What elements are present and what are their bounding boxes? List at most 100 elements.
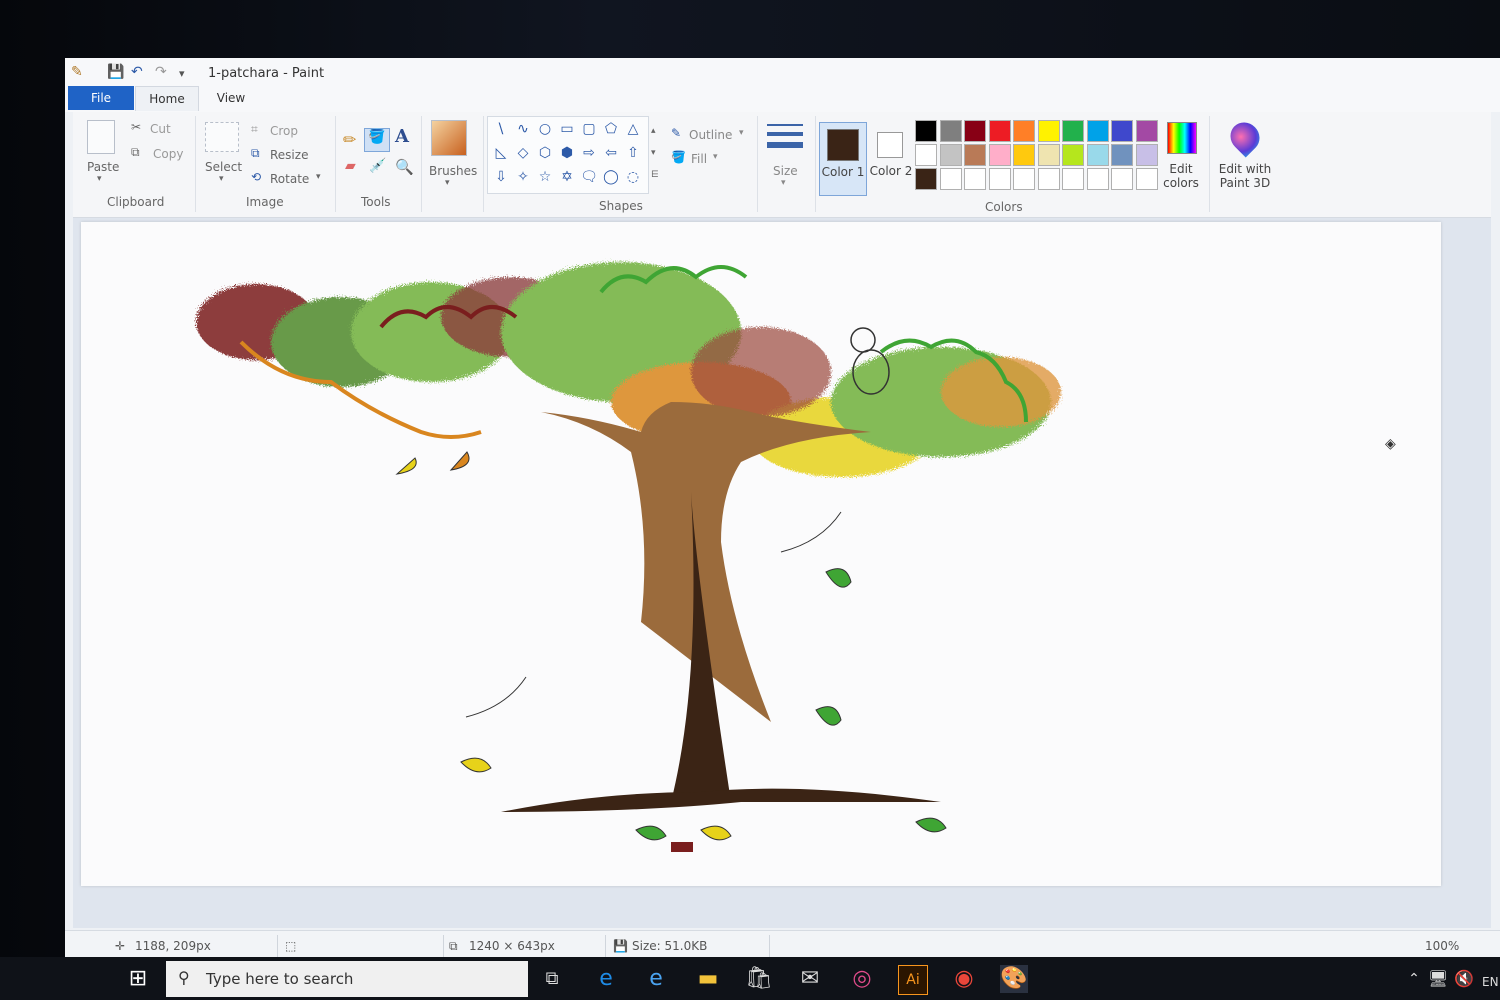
scroll-down-icon[interactable]: ▾: [651, 148, 656, 158]
chrome-icon[interactable]: ◉: [950, 965, 978, 993]
shape-option[interactable]: 🗨: [578, 169, 600, 185]
shape-option[interactable]: ⇨: [578, 145, 600, 161]
palette-swatch[interactable]: [1086, 144, 1109, 166]
palette-swatch[interactable]: [964, 120, 986, 142]
palette-swatch[interactable]: [1111, 144, 1133, 166]
task-view-icon[interactable]: ⧉: [538, 965, 566, 993]
shape-option[interactable]: \: [490, 121, 512, 137]
volume-muted-icon[interactable]: 🔇: [1450, 965, 1478, 993]
shape-option[interactable]: ○: [534, 121, 556, 137]
windows-start-icon[interactable]: ⊞: [124, 965, 152, 993]
edit-colors-button[interactable]: Edit colors: [1159, 118, 1203, 194]
color2-swatch: [877, 132, 903, 158]
shape-option[interactable]: ▢: [578, 121, 600, 137]
shape-option[interactable]: ◯: [600, 169, 622, 185]
palette-swatch[interactable]: [988, 168, 1011, 190]
palette-swatch[interactable]: [988, 120, 1011, 142]
palette-swatch[interactable]: [1013, 120, 1035, 142]
copy-button[interactable]: Copy: [153, 147, 183, 161]
palette-swatch[interactable]: [1037, 144, 1060, 166]
size-line-medium: [767, 132, 803, 136]
color1-button[interactable]: Color 1: [819, 122, 867, 196]
outline-icon: ✎: [671, 126, 682, 140]
shape-option[interactable]: ▭: [556, 121, 578, 137]
pencil-icon[interactable]: ✏: [343, 130, 356, 149]
palette-swatch[interactable]: [1037, 120, 1060, 142]
tab-view[interactable]: View: [205, 86, 257, 110]
shape-option[interactable]: ⇧: [622, 145, 644, 161]
illustrator-icon[interactable]: Ai: [898, 965, 928, 995]
internet-explorer-icon[interactable]: e: [642, 965, 670, 993]
palette-swatch[interactable]: [1135, 144, 1158, 166]
network-icon[interactable]: 🖥: [1424, 965, 1452, 993]
tab-file[interactable]: File: [68, 86, 134, 110]
paint-taskbar-icon[interactable]: 🎨: [1000, 965, 1028, 993]
shape-option[interactable]: ⬠: [600, 121, 622, 137]
drawing-canvas[interactable]: [81, 222, 1441, 886]
edge-icon[interactable]: e: [592, 965, 620, 993]
color-picker-icon[interactable]: 💉: [369, 158, 386, 174]
palette-swatch[interactable]: [1062, 120, 1084, 142]
shape-option[interactable]: ⇦: [600, 145, 622, 161]
resize-button[interactable]: Resize: [270, 148, 308, 162]
save-icon[interactable]: 💾: [107, 64, 124, 80]
palette-swatch[interactable]: [964, 168, 986, 190]
palette-swatch[interactable]: [964, 144, 986, 166]
palette-swatch[interactable]: [1086, 120, 1109, 142]
shapes-group-label: Shapes: [599, 199, 643, 213]
palette-swatch[interactable]: [1013, 168, 1035, 190]
magnifier-icon[interactable]: 🔍: [395, 158, 414, 176]
cut-button[interactable]: Cut: [150, 122, 171, 136]
shape-option[interactable]: ⬢: [556, 145, 578, 161]
outline-button[interactable]: Outline: [689, 128, 732, 142]
paint3d-icon: [1224, 116, 1266, 158]
palette-swatch[interactable]: [1111, 120, 1133, 142]
shapes-gallery[interactable]: \ ∿ ○ ▭ ▢ ⬠ △ ◺ ◇ ⬡ ⬢ ⇨ ⇦ ⇧ ⇩ ✧ ☆ ✡ 🗨 ◯ ◌: [487, 116, 649, 194]
palette-swatch[interactable]: [988, 144, 1011, 166]
palette-swatch[interactable]: [1135, 168, 1158, 190]
palette-swatch[interactable]: [1062, 144, 1084, 166]
palette-swatch[interactable]: [915, 144, 937, 166]
palette-swatch[interactable]: [1135, 120, 1158, 142]
edit-with-paint3d-button[interactable]: Edit with Paint 3D: [1213, 116, 1277, 194]
color2-button[interactable]: Color 2: [869, 122, 913, 194]
shape-option[interactable]: ✡: [556, 169, 578, 185]
undo-icon[interactable]: ↶: [131, 64, 143, 80]
palette-swatch[interactable]: [939, 120, 962, 142]
palette-swatch[interactable]: [939, 144, 962, 166]
shape-option[interactable]: △: [622, 121, 644, 137]
palette-swatch[interactable]: [1013, 144, 1035, 166]
palette-swatch[interactable]: [1062, 168, 1084, 190]
crop-button[interactable]: Crop: [270, 124, 298, 138]
shape-option[interactable]: ⇩: [490, 169, 512, 185]
text-tool-icon[interactable]: A: [395, 126, 409, 147]
tab-home[interactable]: Home: [135, 86, 199, 111]
store-icon[interactable]: 🛍: [745, 965, 773, 993]
language-indicator[interactable]: EN: [1482, 975, 1499, 989]
eraser-icon[interactable]: ▰: [345, 158, 356, 174]
shape-option[interactable]: ⬡: [534, 145, 556, 161]
shape-option[interactable]: ✧: [512, 169, 534, 185]
fill-bucket-icon[interactable]: 🪣: [364, 128, 390, 152]
redo-icon[interactable]: ↷: [155, 64, 167, 80]
palette-swatch[interactable]: [915, 120, 937, 142]
customize-toolbar-icon[interactable]: ▾: [179, 67, 185, 80]
rotate-button[interactable]: Rotate: [270, 172, 309, 186]
fill-button[interactable]: Fill: [691, 152, 707, 166]
file-explorer-icon[interactable]: ▬: [694, 965, 722, 993]
shape-option[interactable]: ◺: [490, 145, 512, 161]
shape-option[interactable]: ☆: [534, 169, 556, 185]
palette-swatch[interactable]: [1037, 168, 1060, 190]
palette-swatch[interactable]: [939, 168, 962, 190]
mail-icon[interactable]: ✉: [796, 965, 824, 993]
palette-swatch[interactable]: [1111, 168, 1133, 190]
creative-cloud-icon[interactable]: ◎: [848, 965, 876, 993]
expand-gallery-icon[interactable]: ⋿: [651, 170, 659, 180]
palette-swatch[interactable]: [915, 168, 937, 190]
palette-swatch[interactable]: [1086, 168, 1109, 190]
shape-option[interactable]: ∿: [512, 121, 534, 137]
scroll-up-icon[interactable]: ▴: [651, 126, 656, 136]
taskbar-search[interactable]: ⚲ Type here to search: [166, 961, 528, 997]
shape-option[interactable]: ◇: [512, 145, 534, 161]
shape-option[interactable]: ◌: [622, 169, 644, 185]
